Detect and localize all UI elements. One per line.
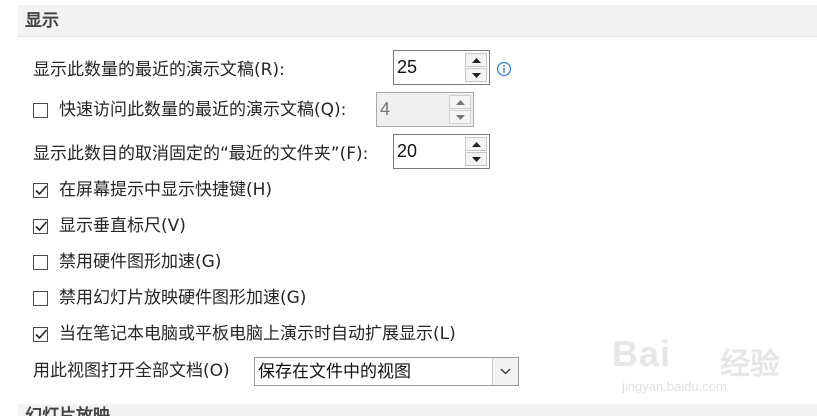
option-disable-slideshow-hw-accel-label: 禁用幻灯片放映硬件图形加速(G) bbox=[59, 288, 307, 308]
recent-presentations-decrement-button[interactable] bbox=[465, 68, 487, 82]
arrow-up-icon bbox=[456, 100, 465, 105]
option-vertical-ruler-label: 显示垂直标尺(V) bbox=[59, 216, 186, 236]
open-view-row: 用此视图打开全部文档(O) bbox=[33, 357, 230, 385]
quick-access-increment-button[interactable] bbox=[449, 95, 471, 109]
arrow-down-icon bbox=[472, 157, 481, 162]
slideshow-section-title: 幻灯片放映 bbox=[25, 406, 110, 416]
unpinned-folders-increment-button[interactable] bbox=[465, 137, 487, 151]
info-icon[interactable] bbox=[496, 61, 512, 77]
arrow-down-icon bbox=[472, 73, 481, 78]
recent-presentations-row: 显示此数量的最近的演示文稿(R): bbox=[33, 56, 285, 84]
option-disable-hw-accel-row[interactable]: 禁用硬件图形加速(G) bbox=[33, 248, 221, 276]
option-vertical-ruler-checkbox[interactable] bbox=[33, 218, 48, 234]
quick-access-spinner[interactable]: 4 bbox=[376, 92, 474, 127]
quick-access-decrement-button[interactable] bbox=[449, 110, 471, 124]
option-extend-display-checkbox[interactable] bbox=[33, 326, 48, 342]
option-extend-display-label: 当在笔记本电脑或平板电脑上演示时自动扩展显示(L) bbox=[59, 324, 456, 344]
recent-presentations-value[interactable]: 25 bbox=[397, 57, 417, 77]
recent-presentations-spin-buttons bbox=[465, 53, 487, 82]
display-section-title: 显示 bbox=[25, 11, 59, 31]
slideshow-section-header: 幻灯片放映 bbox=[18, 404, 817, 416]
watermark-logo: Bai bbox=[612, 333, 672, 374]
option-shortcut-keys-row[interactable]: 在屏幕提示中显示快捷键(H) bbox=[33, 176, 272, 204]
recent-presentations-spinner[interactable]: 25 bbox=[393, 50, 490, 85]
chevron-down-icon bbox=[500, 368, 511, 375]
powerpoint-display-options: 显示 显示此数量的最近的演示文稿(R): 25 快速访问此数量的最近的演示文稿(… bbox=[0, 0, 817, 416]
unpinned-folders-label: 显示此数目的取消固定的“最近的文件夹”(F): bbox=[33, 144, 369, 164]
open-view-selected-value[interactable]: 保存在文件中的视图 bbox=[258, 361, 411, 383]
watermark-logo-cn: 经验 bbox=[720, 347, 780, 382]
arrow-up-icon bbox=[472, 142, 481, 147]
option-disable-slideshow-hw-accel-row[interactable]: 禁用幻灯片放映硬件图形加速(G) bbox=[33, 284, 306, 312]
quick-access-checkbox[interactable] bbox=[33, 102, 48, 118]
unpinned-folders-spin-buttons bbox=[465, 137, 487, 166]
display-section-header: 显示 bbox=[18, 5, 817, 37]
baidu-jingyan-watermark: Bai 经验 jingyan.baidu.com bbox=[612, 333, 812, 403]
checkmark-icon bbox=[35, 220, 48, 231]
unpinned-folders-decrement-button[interactable] bbox=[465, 152, 487, 166]
unpinned-folders-value[interactable]: 20 bbox=[397, 141, 417, 161]
unpinned-folders-row: 显示此数目的取消固定的“最近的文件夹”(F): bbox=[33, 140, 368, 168]
quick-access-row: 快速访问此数量的最近的演示文稿(Q): bbox=[33, 96, 346, 124]
option-vertical-ruler-row[interactable]: 显示垂直标尺(V) bbox=[33, 212, 186, 240]
arrow-up-icon bbox=[472, 58, 481, 63]
quick-access-value: 4 bbox=[380, 99, 391, 119]
quick-access-spin-buttons bbox=[449, 95, 471, 124]
open-view-label: 用此视图打开全部文档(O) bbox=[33, 361, 230, 381]
option-shortcut-keys-label: 在屏幕提示中显示快捷键(H) bbox=[59, 180, 273, 200]
arrow-down-icon bbox=[456, 115, 465, 120]
recent-presentations-label: 显示此数量的最近的演示文稿(R): bbox=[33, 60, 285, 80]
open-view-dropdown[interactable]: 保存在文件中的视图 bbox=[254, 357, 519, 386]
checkmark-icon bbox=[35, 328, 48, 339]
watermark-url: jingyan.baidu.com bbox=[622, 379, 727, 394]
quick-access-label: 快速访问此数量的最近的演示文稿(Q): bbox=[59, 100, 347, 120]
option-disable-hw-accel-label: 禁用硬件图形加速(G) bbox=[59, 252, 222, 272]
open-view-dropdown-button[interactable] bbox=[492, 358, 518, 385]
recent-presentations-increment-button[interactable] bbox=[465, 53, 487, 67]
option-extend-display-row[interactable]: 当在笔记本电脑或平板电脑上演示时自动扩展显示(L) bbox=[33, 320, 456, 348]
option-disable-slideshow-hw-accel-checkbox[interactable] bbox=[33, 290, 48, 306]
option-shortcut-keys-checkbox[interactable] bbox=[33, 182, 48, 198]
option-disable-hw-accel-checkbox[interactable] bbox=[33, 254, 48, 270]
unpinned-folders-spinner[interactable]: 20 bbox=[393, 134, 490, 169]
checkmark-icon bbox=[35, 184, 48, 195]
